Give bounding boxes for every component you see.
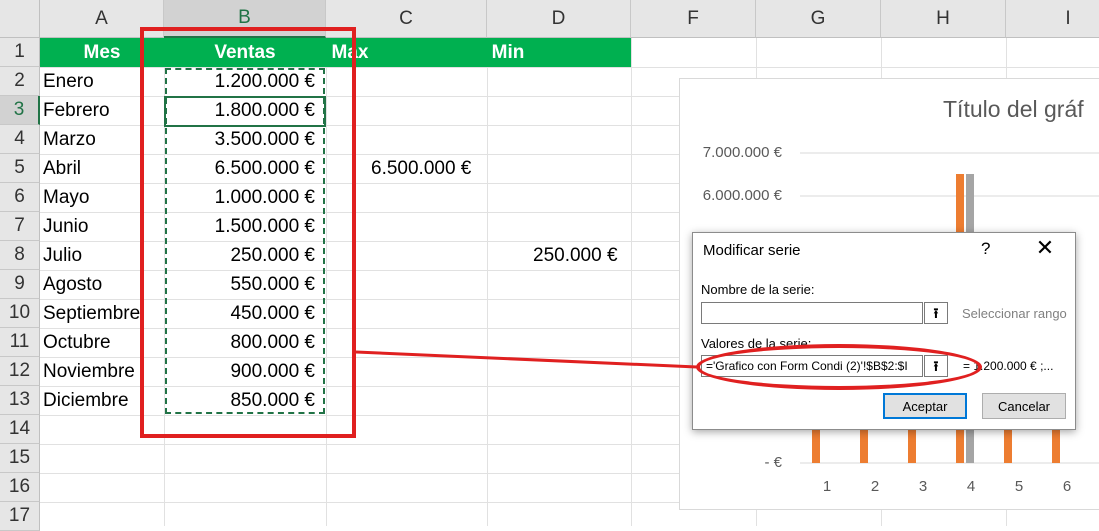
annotation-connector [355, 350, 698, 369]
annotation-line [355, 350, 698, 369]
annotation-ellipse [696, 344, 982, 390]
